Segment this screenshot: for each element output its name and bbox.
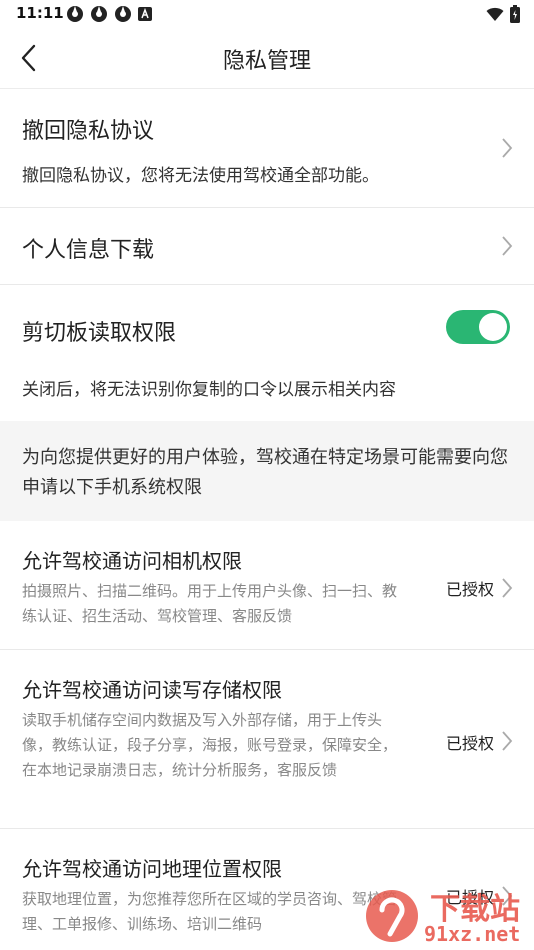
clipboard-toggle[interactable] bbox=[446, 310, 510, 344]
toggle-knob bbox=[479, 313, 507, 341]
location-permission-desc: 获取地理位置，为您推荐您所在区域的学员咨询、驾校管理、工单报修、训练场、培训二维… bbox=[22, 890, 398, 933]
status-time: 11:11 bbox=[16, 4, 64, 22]
camera-permission-desc: 拍摄照片、扫描二维码。用于上传用户头像、扫一扫、教练认证、招生活动、驾校管理、客… bbox=[22, 582, 398, 625]
site-watermark: 下载站 91xz.net bbox=[360, 882, 534, 950]
location-permission-title: 允许驾校通访问地理位置权限 bbox=[22, 857, 282, 881]
page-title: 隐私管理 bbox=[222, 49, 311, 74]
chevron-right-icon bbox=[502, 731, 513, 751]
a-notification-icon bbox=[138, 7, 152, 21]
chevron-right-icon bbox=[502, 578, 513, 598]
watermark-text-url: 91xz.net bbox=[424, 922, 521, 946]
permission-info-block: 为向您提供更好的用户体验，驾校通在特定场景可能需要向您申请以下手机系统权限 bbox=[0, 421, 534, 521]
battery-icon bbox=[510, 5, 520, 23]
status-bar: 11:11 bbox=[0, 0, 534, 28]
clipboard-permission-desc: 关闭后，将无法识别你复制的口令以展示相关内容 bbox=[22, 380, 396, 400]
storage-permission-desc: 读取手机储存空间内数据及写入外部存储，用于上传头像，教练认证，段子分享，海报，账… bbox=[22, 711, 398, 779]
revoke-privacy-title: 撤回隐私协议 bbox=[22, 119, 155, 144]
permission-info-text: 为向您提供更好的用户体验，驾校通在特定场景可能需要向您申请以下手机系统权限 bbox=[22, 447, 508, 498]
app-notification-icon bbox=[67, 6, 83, 22]
revoke-privacy-desc: 撤回隐私协议，您将无法使用驾校通全部功能。 bbox=[22, 166, 379, 186]
storage-permission-status: 已授权 bbox=[445, 734, 494, 753]
storage-permission-title: 允许驾校通访问读写存储权限 bbox=[22, 678, 282, 702]
personal-info-download-row[interactable]: 个人信息下载 bbox=[0, 208, 534, 284]
revoke-privacy-row[interactable]: 撤回隐私协议 撤回隐私协议，您将无法使用驾校通全部功能。 bbox=[0, 89, 534, 207]
app-notification-icon bbox=[115, 6, 131, 22]
storage-permission-row[interactable]: 允许驾校通访问读写存储权限 读取手机储存空间内数据及写入外部存储，用于上传头像，… bbox=[0, 650, 534, 828]
personal-info-download-title: 个人信息下载 bbox=[22, 238, 155, 263]
notification-icons bbox=[66, 5, 152, 23]
chevron-right-icon bbox=[502, 138, 513, 158]
camera-permission-title: 允许驾校通访问相机权限 bbox=[22, 549, 242, 573]
camera-permission-status: 已授权 bbox=[445, 580, 494, 599]
clipboard-permission-title: 剪切板读取权限 bbox=[22, 321, 177, 346]
nav-bar: 隐私管理 bbox=[0, 28, 534, 89]
wifi-icon bbox=[486, 7, 504, 21]
camera-permission-row[interactable]: 允许驾校通访问相机权限 拍摄照片、扫描二维码。用于上传用户头像、扫一扫、教练认证… bbox=[0, 521, 534, 649]
app-notification-icon bbox=[91, 6, 107, 22]
clipboard-permission-row: 剪切板读取权限 关闭后，将无法识别你复制的口令以展示相关内容 bbox=[0, 285, 534, 421]
chevron-right-icon bbox=[502, 236, 513, 256]
system-icons bbox=[486, 5, 520, 23]
